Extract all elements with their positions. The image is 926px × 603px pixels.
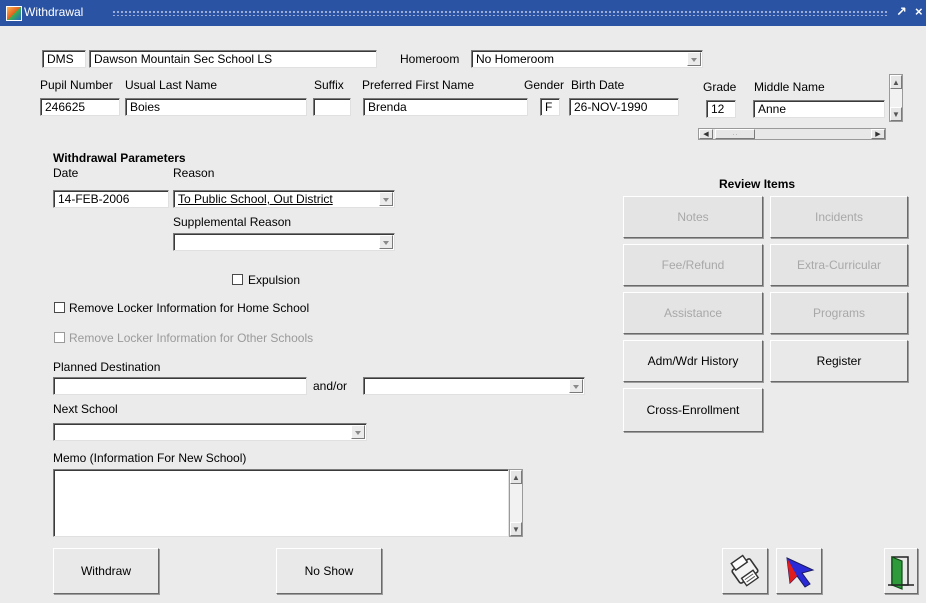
memo-scroll-down-icon[interactable]: ▼ bbox=[510, 522, 522, 536]
title-bar[interactable]: Withdrawal ↗ × bbox=[0, 0, 926, 26]
pointer-button[interactable] bbox=[776, 548, 822, 594]
reason-dropdown-icon[interactable] bbox=[379, 192, 393, 206]
scroll-left-icon[interactable]: ◀ bbox=[699, 129, 713, 139]
exit-door-icon bbox=[888, 556, 914, 590]
grade-label: Grade bbox=[703, 80, 737, 94]
next-school-label: Next School bbox=[53, 402, 118, 416]
next-school-select[interactable] bbox=[53, 423, 367, 441]
window-title: Withdrawal bbox=[24, 5, 84, 19]
birth-date-field[interactable]: 26-NOV-1990 bbox=[569, 98, 679, 116]
scroll-up-icon[interactable]: ▲ bbox=[890, 75, 902, 89]
planned-destination-label: Planned Destination bbox=[53, 360, 161, 374]
close-icon[interactable]: × bbox=[915, 4, 923, 19]
cursor-arrow-icon bbox=[786, 557, 815, 588]
review-items-title: Review Items bbox=[719, 177, 796, 191]
notes-button[interactable]: Notes bbox=[623, 196, 763, 238]
school-name-field[interactable]: Dawson Mountain Sec School LS bbox=[89, 50, 377, 68]
scroll-thumb[interactable]: . . bbox=[715, 129, 755, 139]
withdrawal-form: DMS Dawson Mountain Sec School LS Homero… bbox=[8, 26, 918, 603]
planned-destination-dropdown-icon[interactable] bbox=[569, 379, 583, 393]
supp-reason-select[interactable] bbox=[173, 233, 395, 251]
memo-scroll-up-icon[interactable]: ▲ bbox=[510, 470, 522, 484]
gender-field[interactable]: F bbox=[540, 98, 560, 116]
programs-button[interactable]: Programs bbox=[770, 292, 908, 334]
supp-reason-dropdown-icon[interactable] bbox=[379, 235, 393, 249]
pupil-hscroll[interactable]: ◀ . . ▶ bbox=[698, 128, 886, 140]
assistance-button[interactable]: Assistance bbox=[623, 292, 763, 334]
middle-name-vscroll[interactable]: ▲ ▼ bbox=[889, 74, 903, 122]
printer-icon bbox=[730, 554, 760, 587]
no-show-button[interactable]: No Show bbox=[276, 548, 382, 594]
withdrawal-params-title: Withdrawal Parameters bbox=[53, 151, 186, 165]
middle-name-field[interactable]: Anne bbox=[753, 100, 885, 118]
cross-enrollment-button[interactable]: Cross-Enrollment bbox=[623, 388, 763, 432]
scroll-down-icon[interactable]: ▼ bbox=[890, 107, 902, 121]
expulsion-label: Expulsion bbox=[248, 273, 301, 287]
suffix-field[interactable] bbox=[313, 98, 351, 116]
remove-locker-other-checkbox[interactable] bbox=[54, 332, 65, 343]
programs-label: Programs bbox=[812, 306, 865, 320]
usual-last-name-field[interactable]: Boies bbox=[125, 98, 307, 116]
homeroom-select[interactable]: No Homeroom bbox=[471, 50, 703, 68]
expulsion-checkbox[interactable] bbox=[232, 274, 243, 285]
planned-destination-select[interactable] bbox=[363, 377, 585, 395]
gender-label: Gender bbox=[524, 78, 565, 92]
remove-locker-home-checkbox[interactable] bbox=[54, 302, 65, 313]
school-code-field[interactable]: DMS bbox=[42, 50, 86, 68]
remove-locker-other-label: Remove Locker Information for Other Scho… bbox=[69, 331, 314, 345]
register-label: Register bbox=[816, 354, 862, 368]
title-bar-pattern bbox=[112, 10, 888, 16]
planned-destination-field[interactable] bbox=[53, 377, 307, 395]
withdraw-button-label: Withdraw bbox=[80, 564, 131, 578]
pupil-number-label: Pupil Number bbox=[40, 78, 113, 92]
withdraw-button[interactable]: Withdraw bbox=[53, 548, 159, 594]
register-button[interactable]: Register bbox=[770, 340, 908, 382]
adm-wdr-history-label: Adm/Wdr History bbox=[647, 354, 739, 368]
reason-select[interactable]: To Public School, Out District bbox=[173, 190, 395, 208]
preferred-first-name-field[interactable]: Brenda bbox=[363, 98, 528, 116]
preferred-first-name-label: Preferred First Name bbox=[362, 78, 475, 92]
scroll-right-icon[interactable]: ▶ bbox=[871, 129, 885, 139]
supp-reason-label: Supplemental Reason bbox=[173, 215, 292, 229]
suffix-label: Suffix bbox=[314, 78, 344, 92]
fee-refund-label: Fee/Refund bbox=[661, 258, 725, 272]
extra-curricular-label: Extra-Curricular bbox=[796, 258, 881, 272]
assistance-label: Assistance bbox=[663, 306, 723, 320]
notes-label: Notes bbox=[677, 210, 709, 224]
maximize-icon[interactable]: ↗ bbox=[896, 4, 907, 20]
date-label: Date bbox=[53, 166, 79, 180]
fee-refund-button[interactable]: Fee/Refund bbox=[623, 244, 763, 286]
extra-curricular-button[interactable]: Extra-Curricular bbox=[770, 244, 908, 286]
middle-name-label: Middle Name bbox=[754, 80, 825, 94]
next-school-dropdown-icon[interactable] bbox=[351, 425, 365, 439]
memo-vscroll[interactable]: ▲ ▼ bbox=[509, 469, 523, 537]
memo-textarea[interactable] bbox=[53, 469, 509, 537]
birth-date-label: Birth Date bbox=[571, 78, 625, 92]
homeroom-label: Homeroom bbox=[400, 52, 460, 66]
no-show-button-label: No Show bbox=[304, 564, 354, 578]
memo-label: Memo (Information For New School) bbox=[53, 451, 247, 465]
cross-enrollment-label: Cross-Enrollment bbox=[646, 403, 740, 417]
app-icon bbox=[6, 6, 22, 21]
print-button[interactable] bbox=[722, 548, 768, 594]
reason-value: To Public School, Out District bbox=[178, 192, 333, 206]
pupil-number-field[interactable]: 246625 bbox=[40, 98, 120, 116]
usual-last-name-label: Usual Last Name bbox=[125, 78, 218, 92]
withdrawal-date-field[interactable]: 14-FEB-2006 bbox=[53, 190, 169, 208]
reason-label: Reason bbox=[173, 166, 215, 180]
incidents-label: Incidents bbox=[814, 210, 864, 224]
andor-label: and/or bbox=[313, 379, 348, 393]
exit-button[interactable] bbox=[884, 548, 918, 594]
homeroom-value: No Homeroom bbox=[476, 52, 555, 66]
grade-field[interactable]: 12 bbox=[706, 100, 736, 118]
remove-locker-home-label: Remove Locker Information for Home Schoo… bbox=[69, 301, 310, 315]
incidents-button[interactable]: Incidents bbox=[770, 196, 908, 238]
homeroom-dropdown-icon[interactable] bbox=[687, 52, 701, 66]
adm-wdr-history-button[interactable]: Adm/Wdr History bbox=[623, 340, 763, 382]
